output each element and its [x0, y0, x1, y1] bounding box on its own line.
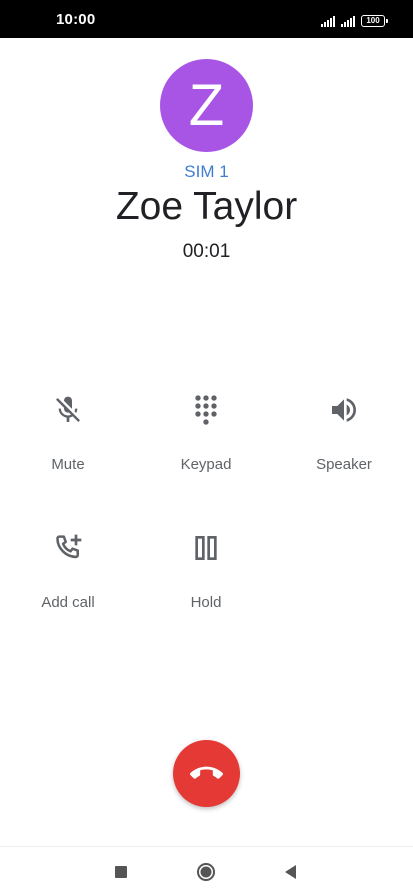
mute-label: Mute	[51, 456, 85, 473]
recents-button[interactable]	[111, 862, 131, 882]
avatar-initial: Z	[188, 73, 225, 138]
status-icons: 100	[321, 13, 388, 27]
signal-icon	[341, 15, 355, 27]
mute-button[interactable]: Mute	[8, 394, 128, 494]
triangle-back-icon	[285, 865, 296, 879]
caller-name: Zoe Taylor	[115, 185, 298, 228]
sim-label: SIM 1	[184, 162, 229, 181]
add-call-label: Add call	[41, 594, 95, 611]
battery-icon: 100	[361, 15, 388, 27]
call-timer: 00:01	[182, 241, 231, 262]
signal-icon	[321, 15, 335, 27]
hold-button[interactable]: Hold	[146, 532, 266, 632]
status-bar: 10:00 100	[0, 0, 413, 38]
call-end-icon	[190, 766, 223, 779]
add-call-icon	[52, 532, 84, 564]
navigation-bar	[0, 846, 413, 896]
status-time: 10:00	[56, 11, 96, 28]
add-call-button[interactable]: Add call	[8, 532, 128, 632]
speaker-label: Speaker	[316, 456, 372, 473]
speaker-button[interactable]: Speaker	[284, 394, 404, 494]
circle-icon	[197, 863, 215, 881]
home-button[interactable]	[196, 862, 216, 882]
battery-level: 100	[366, 16, 380, 25]
volume-icon	[328, 394, 360, 426]
keypad-label: Keypad	[180, 456, 232, 473]
back-button[interactable]	[281, 862, 301, 882]
pause-icon	[190, 532, 222, 564]
avatar: Z	[160, 59, 253, 152]
dialpad-icon	[190, 394, 222, 426]
square-icon	[115, 866, 127, 878]
hold-label: Hold	[190, 594, 222, 611]
end-call-button[interactable]	[173, 740, 240, 807]
mic-off-icon	[52, 394, 84, 426]
keypad-button[interactable]: Keypad	[146, 394, 266, 494]
